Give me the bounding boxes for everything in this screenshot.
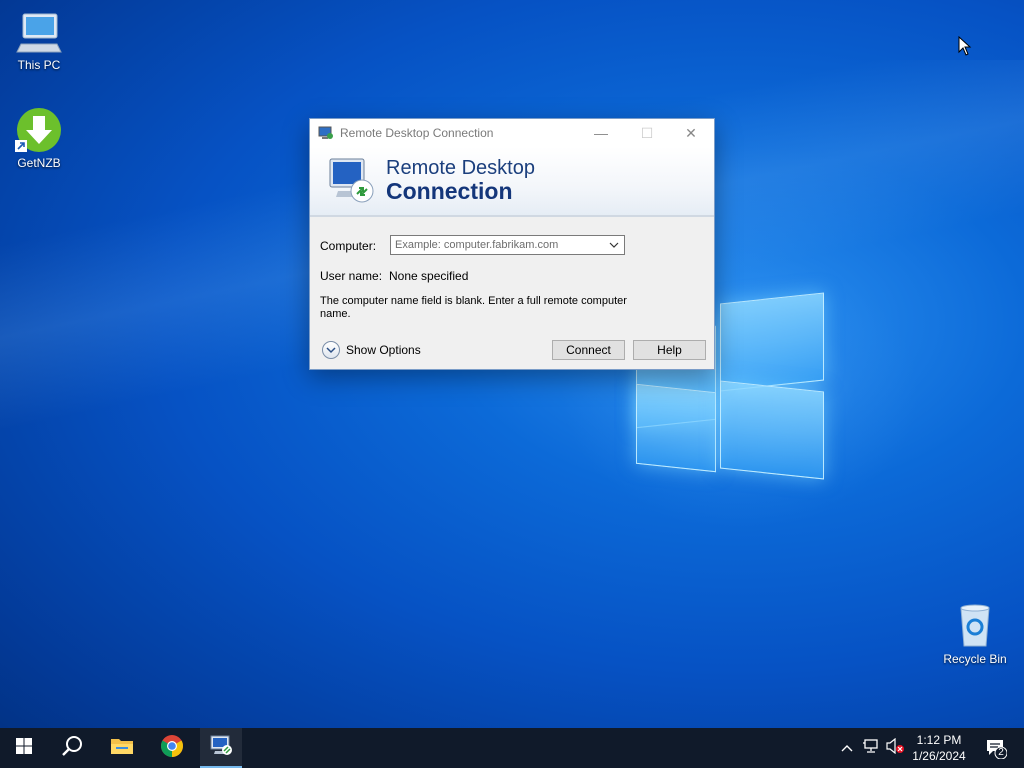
window-title: Remote Desktop Connection: [340, 126, 494, 140]
network-tray-button[interactable]: [860, 728, 882, 768]
mouse-cursor-icon: [958, 35, 972, 61]
show-hidden-icons-button[interactable]: [838, 728, 856, 768]
chrome-icon: [160, 734, 184, 763]
minimize-button[interactable]: —: [578, 119, 624, 147]
taskbar-remote-desktop[interactable]: [200, 728, 242, 768]
username-value: None specified: [389, 269, 469, 283]
desktop-icon-getnzb[interactable]: GetNZB: [4, 106, 74, 170]
banner-title-line2: Connection: [386, 178, 513, 204]
close-button[interactable]: ✕: [668, 119, 714, 147]
remote-desktop-logo-icon: [326, 155, 376, 212]
dialog-banner: Remote Desktop Connection: [310, 147, 714, 217]
expand-chevron-icon: [322, 341, 340, 359]
blank-name-message: The computer name field is blank. Enter …: [320, 295, 627, 320]
volume-tray-button[interactable]: [884, 728, 906, 768]
desktop-icon-recycle-bin[interactable]: Recycle Bin: [940, 602, 1010, 666]
action-center-button[interactable]: 2: [976, 728, 1016, 768]
title-bar[interactable]: Remote Desktop Connection — ☐ ✕: [310, 119, 714, 147]
start-button[interactable]: [0, 728, 48, 768]
search-button[interactable]: [48, 728, 96, 768]
maximize-icon: ☐: [640, 124, 654, 141]
network-icon: [862, 738, 880, 759]
search-icon: [61, 735, 83, 762]
show-options-toggle[interactable]: Show Options: [322, 341, 421, 359]
taskbar-chrome[interactable]: [148, 728, 196, 768]
computer-label: Computer:: [320, 239, 377, 253]
remote-desktop-icon: [318, 126, 334, 140]
recycle-bin-icon: [951, 602, 999, 650]
notification-count-badge: 2: [998, 747, 1004, 758]
start-icon: [16, 737, 32, 759]
file-explorer-icon: [110, 736, 134, 761]
connect-button[interactable]: Connect: [552, 340, 625, 360]
computer-combobox[interactable]: Example: computer.fabrikam.com: [390, 235, 625, 255]
desktop-icon-label: Recycle Bin: [943, 652, 1007, 666]
clock-date: 1/26/2024: [912, 749, 966, 763]
remote-desktop-dialog: Remote Desktop Connection — ☐ ✕ Remote D…: [309, 118, 715, 370]
username-label: User name:: [320, 269, 383, 283]
clock-time: 1:12 PM: [916, 733, 962, 747]
taskbar-file-explorer[interactable]: [98, 728, 146, 768]
maximize-button: ☐: [624, 119, 670, 147]
clock-button[interactable]: 1:12 PM 1/26/2024: [906, 728, 972, 768]
download-arrow-icon: [15, 106, 63, 154]
volume-muted-icon: [885, 737, 905, 759]
taskbar: 1:12 PM 1/26/2024 2: [0, 728, 1024, 768]
minimize-icon: —: [594, 125, 608, 141]
close-icon: ✕: [685, 124, 697, 141]
chevron-down-icon[interactable]: [608, 238, 620, 252]
desktop-icon-this-pc[interactable]: This PC: [4, 8, 74, 72]
chevron-up-icon: [841, 739, 853, 757]
show-options-label: Show Options: [346, 343, 421, 357]
desktop-icon-label: GetNZB: [17, 156, 61, 170]
computer-input-placeholder: Example: computer.fabrikam.com: [395, 239, 559, 251]
banner-title-line1: Remote Desktop: [386, 157, 535, 179]
remote-desktop-icon: [209, 734, 233, 761]
notification-icon: 2: [985, 737, 1008, 760]
computer-icon: [15, 8, 63, 56]
desktop-icon-label: This PC: [17, 58, 61, 72]
help-button[interactable]: Help: [633, 340, 706, 360]
